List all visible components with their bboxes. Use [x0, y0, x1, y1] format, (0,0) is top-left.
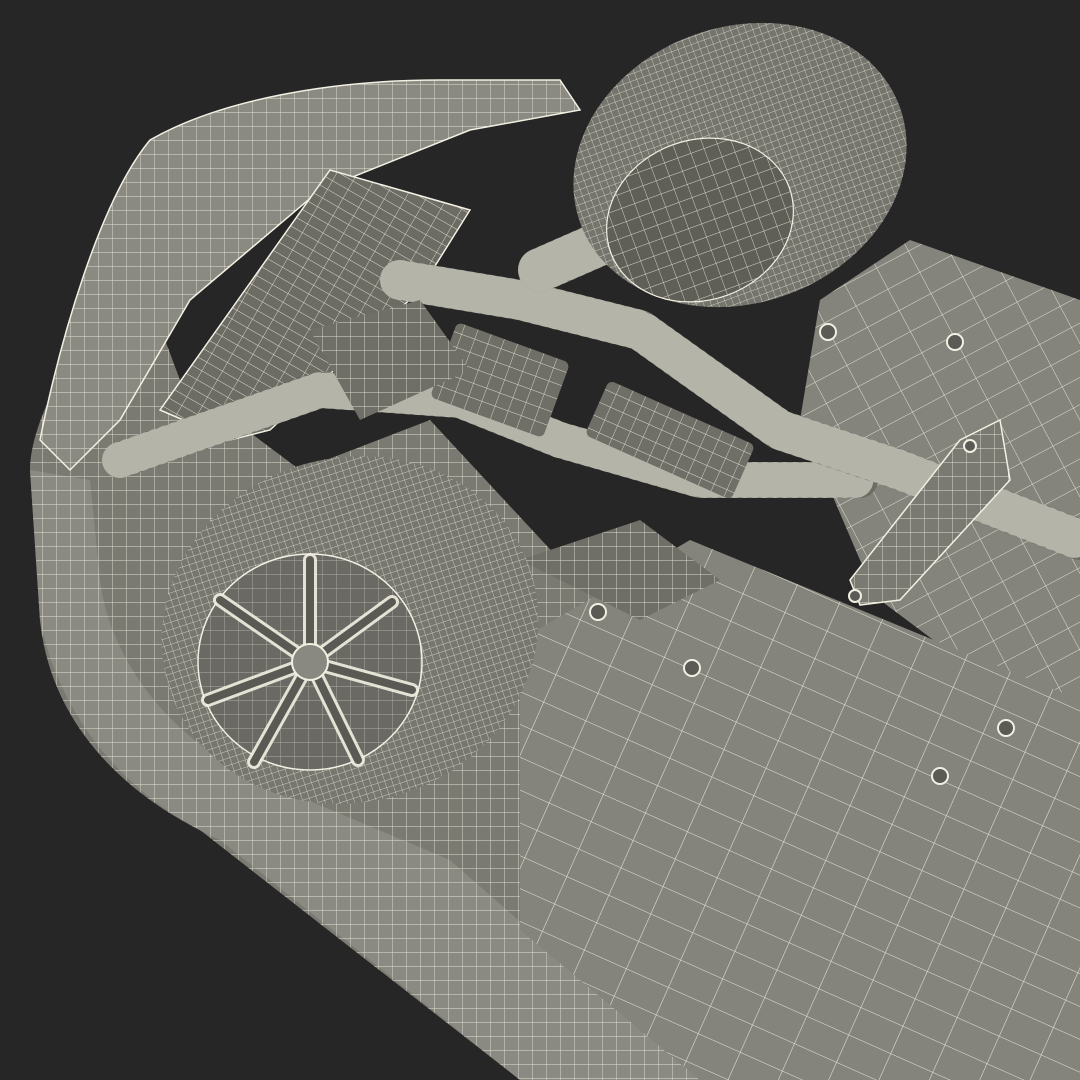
wireframe-render [30, 22, 1080, 1080]
render-viewport [0, 0, 1080, 1080]
wheel-hub [291, 643, 329, 681]
floor-pan [520, 240, 1080, 1080]
